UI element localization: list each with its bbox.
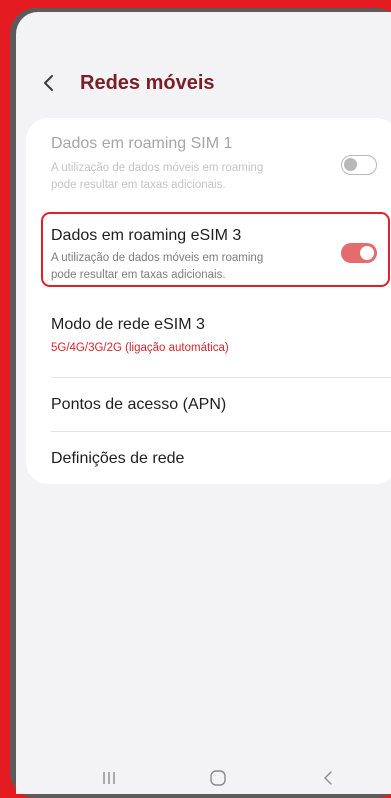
back-icon bbox=[324, 771, 332, 785]
roaming-sim1-toggle[interactable] bbox=[341, 155, 377, 175]
page-title: Redes móveis bbox=[80, 71, 215, 94]
roaming-sim1-subtitle-2: pode resultar em taxas adicionais. bbox=[51, 179, 226, 191]
recent-apps-icon bbox=[103, 772, 115, 784]
roaming-esim3-subtitle-1: A utilização de dados móveis em roaming bbox=[51, 252, 264, 264]
network-settings-row[interactable]: Definições de rede bbox=[26, 432, 391, 484]
toggle-knob bbox=[344, 158, 357, 171]
back-button[interactable] bbox=[42, 66, 68, 100]
network-mode-title: Modo de rede eSIM 3 bbox=[51, 316, 205, 333]
roaming-sim1-title: Dados em roaming SIM 1 bbox=[51, 135, 233, 152]
roaming-esim3-title: Dados em roaming eSIM 3 bbox=[51, 227, 242, 244]
roaming-esim3-subtitle-2: pode resultar em taxas adicionais. bbox=[51, 269, 226, 281]
phone-screen: Redes móveis Dados em roaming SIM 1 A ut… bbox=[16, 12, 391, 794]
nav-back-button[interactable] bbox=[313, 766, 343, 790]
phone-frame: Redes móveis Dados em roaming SIM 1 A ut… bbox=[10, 8, 391, 798]
header: Redes móveis bbox=[42, 66, 215, 100]
apn-title: Pontos de acesso (APN) bbox=[51, 396, 227, 413]
apn-row[interactable]: Pontos de acesso (APN) bbox=[26, 378, 391, 430]
roaming-esim3-toggle[interactable] bbox=[341, 243, 377, 263]
chevron-left-icon bbox=[44, 75, 53, 91]
home-button[interactable] bbox=[203, 766, 233, 790]
roaming-sim1-subtitle-1: A utilização de dados móveis em roaming bbox=[51, 162, 264, 174]
network-mode-value: 5G/4G/3G/2G (ligação automática) bbox=[51, 342, 229, 354]
recent-apps-button[interactable] bbox=[94, 766, 124, 790]
settings-card: Dados em roaming SIM 1 A utilização de d… bbox=[26, 118, 391, 484]
roaming-esim3-row[interactable]: Dados em roaming eSIM 3 A utilização de … bbox=[26, 212, 391, 287]
roaming-sim1-row: Dados em roaming SIM 1 A utilização de d… bbox=[26, 118, 391, 208]
navigation-bar bbox=[16, 762, 391, 794]
toggle-knob bbox=[360, 246, 374, 260]
network-settings-title: Definições de rede bbox=[51, 450, 185, 467]
home-icon bbox=[210, 770, 226, 786]
network-mode-row[interactable]: Modo de rede eSIM 3 5G/4G/3G/2G (ligação… bbox=[26, 298, 391, 370]
